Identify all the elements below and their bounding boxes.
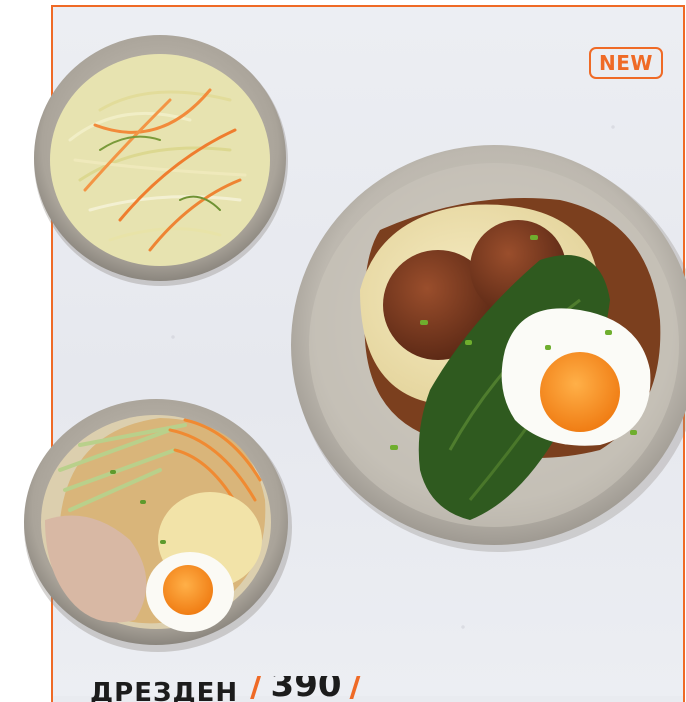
dish-name: ДРЕЗДЕН xyxy=(90,678,239,702)
dish-photo xyxy=(24,35,686,652)
price-tag: / 390 / xyxy=(250,676,362,702)
price-value: 390 xyxy=(270,676,342,702)
dish-caption: ДРЕЗДЕН / 390 / xyxy=(90,676,362,702)
price-slash-left: / xyxy=(250,676,263,702)
price-slash-right: / xyxy=(349,676,362,702)
coleslaw-bowl xyxy=(34,35,288,286)
main-plate xyxy=(291,145,686,552)
soup-bowl xyxy=(24,399,292,652)
